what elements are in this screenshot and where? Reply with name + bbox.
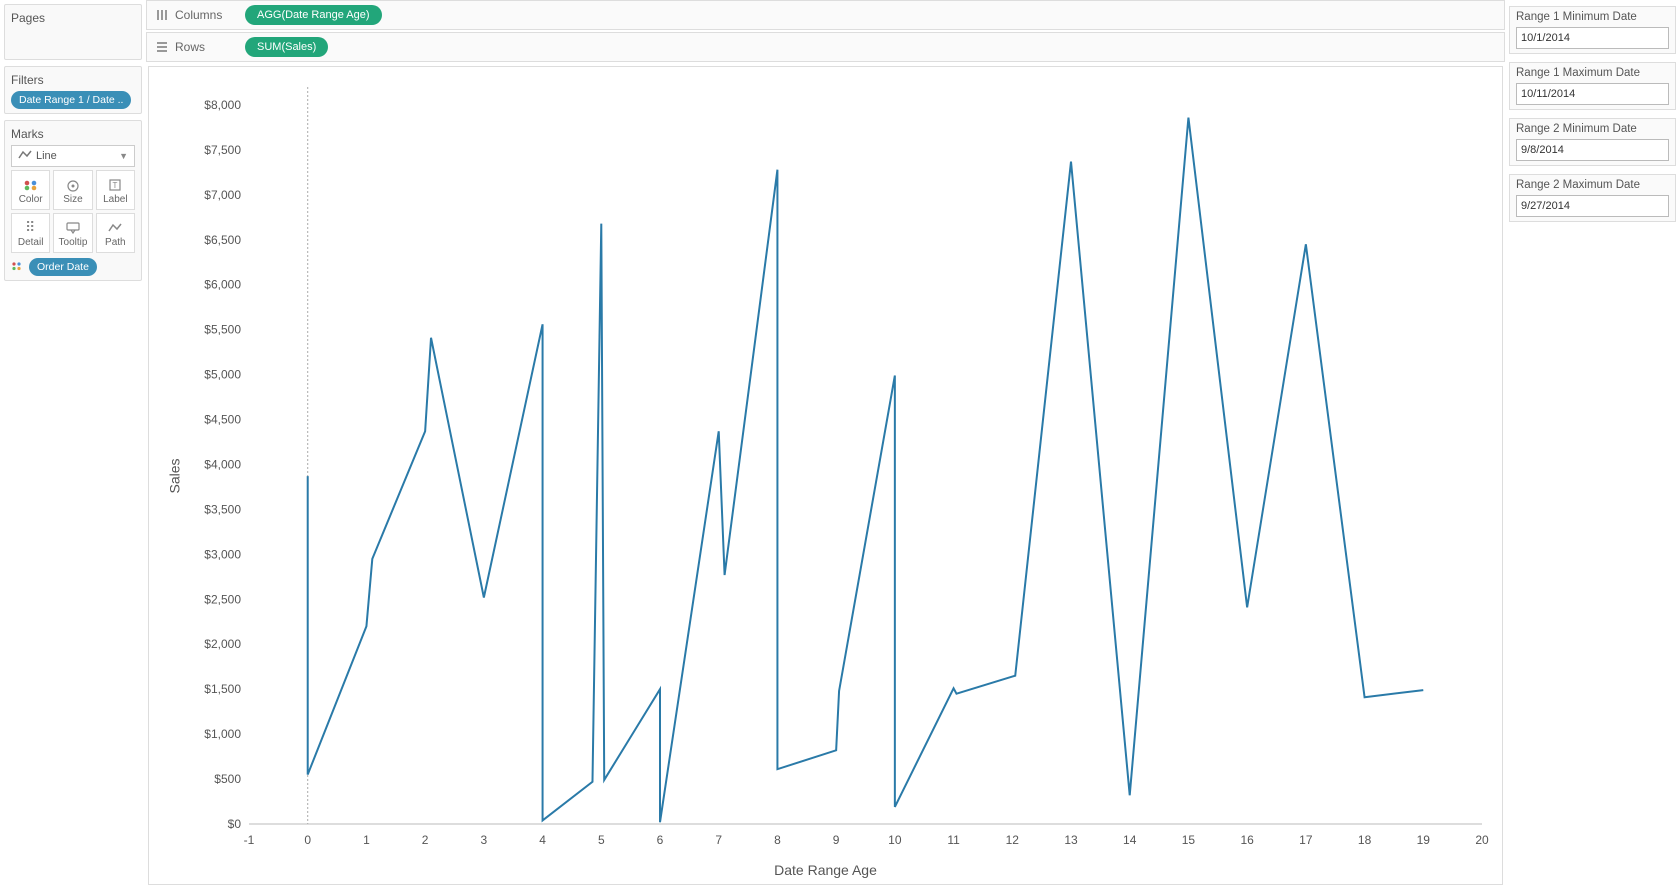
marks-label-button[interactable]: T Label	[96, 170, 135, 210]
svg-text:$8,000: $8,000	[204, 98, 241, 112]
rows-label: Rows	[175, 40, 245, 54]
marks-color-pill[interactable]: Order Date	[29, 258, 97, 276]
svg-text:$6,500: $6,500	[204, 233, 241, 247]
svg-text:$4,000: $4,000	[204, 457, 241, 471]
svg-text:5: 5	[598, 833, 605, 847]
line-chart: $0 $500 $1,000 $1,500 $2,000 $2,500 $3,000 $3,5…	[149, 67, 1502, 884]
svg-text:8: 8	[774, 833, 781, 847]
path-icon	[108, 219, 122, 237]
svg-text:$2,000: $2,000	[204, 637, 241, 651]
svg-text:$5,500: $5,500	[204, 323, 241, 337]
svg-text:$7,000: $7,000	[204, 188, 241, 202]
rows-pill[interactable]: SUM(Sales)	[245, 37, 328, 57]
svg-text:20: 20	[1475, 833, 1489, 847]
svg-text:$2,500: $2,500	[204, 592, 241, 606]
marks-size-button[interactable]: Size	[53, 170, 92, 210]
svg-text:19: 19	[1417, 833, 1431, 847]
pages-card: Pages	[4, 4, 142, 60]
columns-shelf[interactable]: Columns AGG(Date Range Age)	[146, 0, 1505, 30]
filter-pill[interactable]: Date Range 1 / Date ..	[11, 91, 131, 109]
line-icon	[18, 149, 32, 164]
color-icon	[23, 176, 39, 194]
param-input[interactable]	[1516, 83, 1669, 105]
rows-icon	[153, 40, 171, 54]
svg-text:-1: -1	[244, 833, 255, 847]
marks-title: Marks	[11, 125, 135, 145]
svg-text:7: 7	[715, 833, 722, 847]
svg-text:14: 14	[1123, 833, 1137, 847]
svg-text:17: 17	[1299, 833, 1313, 847]
param-input[interactable]	[1516, 195, 1669, 217]
detail-icon: ⠿	[25, 219, 36, 237]
marks-card: Marks Line ▼ Colo	[4, 120, 142, 281]
svg-text:18: 18	[1358, 833, 1372, 847]
svg-text:$3,000: $3,000	[204, 547, 241, 561]
svg-text:$0: $0	[228, 817, 242, 831]
svg-text:$1,000: $1,000	[204, 727, 241, 741]
label-icon: T	[108, 176, 122, 194]
svg-text:3: 3	[481, 833, 488, 847]
svg-text:4: 4	[539, 833, 546, 847]
chevron-down-icon: ▼	[119, 151, 128, 161]
param-input[interactable]	[1516, 139, 1669, 161]
columns-label: Columns	[175, 8, 245, 22]
svg-text:15: 15	[1182, 833, 1196, 847]
param-block: Range 1 Maximum Date	[1509, 62, 1676, 110]
color-assign-icon	[11, 260, 25, 274]
svg-text:$5,000: $5,000	[204, 368, 241, 382]
svg-text:$500: $500	[214, 772, 241, 786]
svg-text:10: 10	[888, 833, 902, 847]
svg-text:2: 2	[422, 833, 429, 847]
svg-text:$7,500: $7,500	[204, 143, 241, 157]
param-block: Range 2 Minimum Date	[1509, 118, 1676, 166]
y-axis-label: Sales	[167, 458, 183, 493]
svg-text:0: 0	[304, 833, 311, 847]
svg-text:T: T	[113, 181, 118, 190]
svg-text:9: 9	[833, 833, 840, 847]
svg-text:$1,500: $1,500	[204, 682, 241, 696]
svg-text:$3,500: $3,500	[204, 502, 241, 516]
param-block: Range 2 Maximum Date	[1509, 174, 1676, 222]
rows-shelf[interactable]: Rows SUM(Sales)	[146, 32, 1505, 62]
svg-text:12: 12	[1006, 833, 1020, 847]
marks-tooltip-button[interactable]: Tooltip	[53, 213, 92, 253]
marks-type-select[interactable]: Line ▼	[11, 145, 135, 167]
marks-color-button[interactable]: Color	[11, 170, 50, 210]
marks-detail-button[interactable]: ⠿ Detail	[11, 213, 50, 253]
columns-pill[interactable]: AGG(Date Range Age)	[245, 5, 382, 25]
pages-title: Pages	[11, 9, 135, 29]
svg-text:1: 1	[363, 833, 370, 847]
param-block: Range 1 Minimum Date	[1509, 6, 1676, 54]
svg-text:$4,500: $4,500	[204, 413, 241, 427]
size-icon	[65, 176, 81, 194]
svg-text:16: 16	[1240, 833, 1254, 847]
svg-text:6: 6	[657, 833, 664, 847]
param-label: Range 1 Maximum Date	[1516, 67, 1669, 79]
filters-title: Filters	[11, 71, 135, 91]
param-label: Range 2 Minimum Date	[1516, 123, 1669, 135]
chart-view[interactable]: $0 $500 $1,000 $1,500 $2,000 $2,500 $3,000 $3,5…	[148, 66, 1503, 885]
filters-card: Filters Date Range 1 / Date ..	[4, 66, 142, 114]
tooltip-icon	[66, 219, 80, 237]
columns-icon	[153, 8, 171, 22]
x-axis-label: Date Range Age	[774, 862, 877, 878]
svg-text:11: 11	[947, 833, 960, 847]
param-input[interactable]	[1516, 27, 1669, 49]
svg-text:13: 13	[1064, 833, 1078, 847]
marks-path-button[interactable]: Path	[96, 213, 135, 253]
svg-text:$6,000: $6,000	[204, 278, 241, 292]
param-label: Range 2 Maximum Date	[1516, 179, 1669, 191]
param-label: Range 1 Minimum Date	[1516, 11, 1669, 23]
